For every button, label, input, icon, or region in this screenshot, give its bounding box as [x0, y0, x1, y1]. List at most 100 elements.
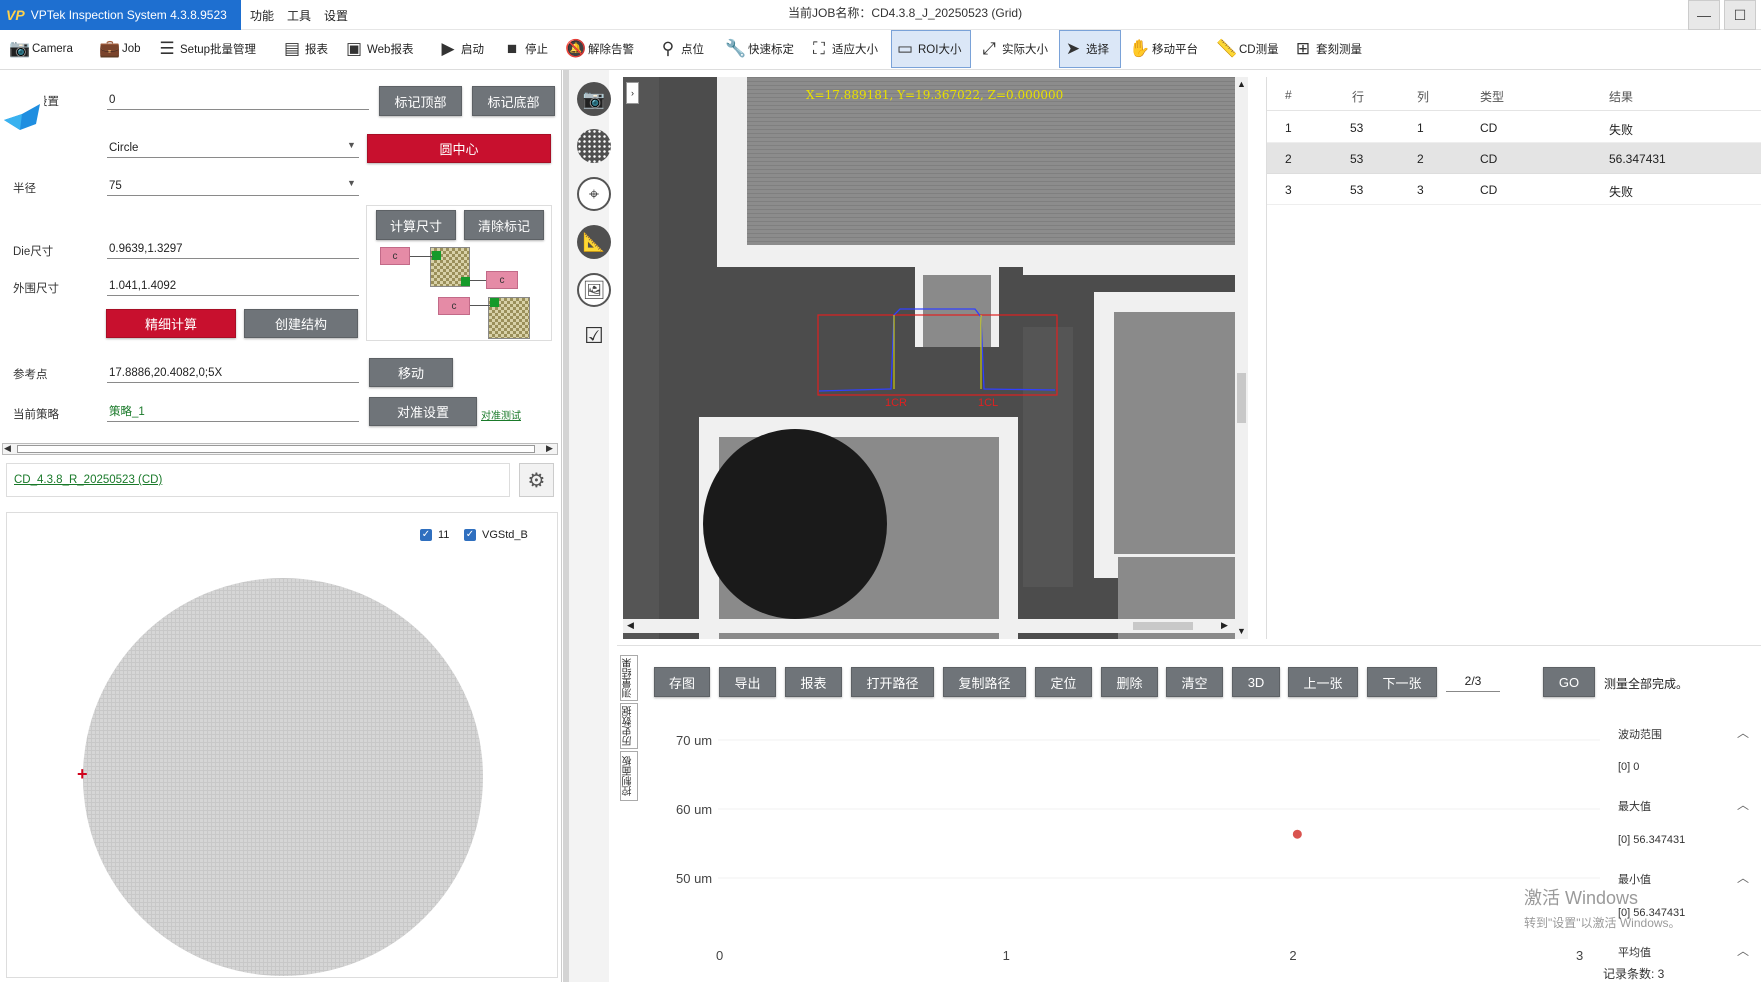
report-button[interactable]: 报表: [785, 667, 842, 697]
align-settings-button[interactable]: 对准设置: [369, 397, 477, 426]
job-label: Job: [122, 43, 141, 55]
minimize-button[interactable]: —: [1688, 0, 1720, 30]
reference-point-input[interactable]: 17.8886,20.4082,0;5X: [107, 363, 359, 383]
next-button[interactable]: 下一张: [1367, 667, 1437, 697]
stop-button[interactable]: ■ 停止: [499, 30, 551, 68]
checkbox-layer-11[interactable]: ✓: [420, 529, 432, 541]
main-toolbar: 📷 Camera 💼 Job ☰ Setup批量管理 ▤ 报表 ▣ Web报表 ▶ 启动 ■…: [0, 30, 1761, 70]
expand-panel-button[interactable]: ›: [626, 82, 639, 104]
target-list-icon[interactable]: ⌖: [577, 177, 611, 211]
clear-marks-button[interactable]: 清除标记: [464, 210, 544, 240]
scroll-left-icon[interactable]: ◀: [627, 620, 634, 631]
go-button[interactable]: GO: [1543, 667, 1595, 697]
save-image-button[interactable]: 存图: [654, 667, 710, 697]
calc-size-button[interactable]: 计算尺寸: [376, 210, 456, 240]
viewer-vscrollbar[interactable]: ▲ ▼: [1235, 77, 1248, 639]
data-point[interactable]: [1292, 829, 1302, 839]
camera-icon[interactable]: 📷: [577, 82, 611, 116]
header-col[interactable]: 列: [1417, 88, 1429, 105]
job-button[interactable]: 💼 Job: [96, 30, 144, 68]
status-text: 测量全部完成。: [1604, 677, 1689, 691]
chevron-up-icon[interactable]: ︿: [1737, 942, 1749, 959]
table-row[interactable]: 3 53 3 CD 失败: [1267, 174, 1761, 205]
cd-measure-button[interactable]: 📏 CD测量: [1213, 30, 1282, 68]
left-panel-hscrollbar[interactable]: ◀ ▶: [2, 443, 558, 455]
recipe-settings-button[interactable]: ⚙: [519, 463, 554, 497]
move-button[interactable]: 移动: [369, 358, 453, 387]
checklist-icon[interactable]: ☑: [577, 323, 611, 357]
wafer-map[interactable]: [83, 578, 483, 976]
chevron-up-icon[interactable]: ︿: [1737, 796, 1749, 813]
scroll-up-icon[interactable]: ▲: [1237, 79, 1246, 89]
scrollbar-thumb[interactable]: [1237, 373, 1246, 423]
chevron-up-icon[interactable]: ︿: [1737, 724, 1749, 741]
scroll-right-icon[interactable]: ▶: [1221, 620, 1228, 631]
offset-input[interactable]: 0: [107, 90, 369, 110]
scroll-down-icon[interactable]: ▼: [1237, 626, 1246, 636]
select-button[interactable]: ➤ 选择: [1059, 30, 1121, 68]
clear-alarm-button[interactable]: 🔕 解除告警: [562, 30, 637, 68]
copy-path-button[interactable]: 复制路径: [943, 667, 1026, 697]
fit-size-button[interactable]: ⛶ 适应大小: [806, 30, 881, 68]
maximize-button[interactable]: ☐: [1724, 0, 1756, 30]
delete-button[interactable]: 删除: [1101, 667, 1158, 697]
menu-settings[interactable]: 设置: [324, 7, 348, 24]
locate-button[interactable]: 定位: [1035, 667, 1092, 697]
web-report-button[interactable]: ▣ Web报表: [341, 30, 416, 68]
clear-button[interactable]: 清空: [1166, 667, 1223, 697]
header-type[interactable]: 类型: [1480, 88, 1504, 105]
circle-center-button[interactable]: 圆中心: [367, 134, 551, 163]
view-3d-button[interactable]: 3D: [1232, 667, 1280, 697]
scroll-left-icon[interactable]: ◀: [4, 443, 11, 454]
die-size-input[interactable]: 0.9639,1.3297: [107, 239, 359, 259]
open-path-button[interactable]: 打开路径: [851, 667, 934, 697]
fine-calc-button[interactable]: 精细计算: [106, 309, 236, 338]
checkbox-vgstd[interactable]: ✓: [464, 529, 476, 541]
scroll-right-icon[interactable]: ▶: [546, 443, 553, 454]
create-structure-button[interactable]: 创建结构: [244, 309, 358, 338]
start-button[interactable]: ▶ 启动: [435, 30, 487, 68]
recipe-link[interactable]: CD_4.3.8_R_20250523 (CD): [14, 474, 162, 486]
scrollbar-thumb[interactable]: [1133, 622, 1193, 630]
page-indicator[interactable]: 2/3: [1446, 670, 1500, 692]
shape-select[interactable]: Circle: [107, 138, 359, 158]
previous-button[interactable]: 上一张: [1288, 667, 1358, 697]
quick-calibrate-button[interactable]: 🔧 快速标定: [722, 30, 797, 68]
scrollbar-thumb[interactable]: [17, 445, 535, 453]
marker-c-1[interactable]: c: [380, 247, 410, 265]
marker-c-3[interactable]: c: [438, 297, 470, 315]
header-index[interactable]: #: [1285, 88, 1292, 102]
mark-top-button[interactable]: 标记顶部: [379, 86, 462, 116]
point-button[interactable]: ⚲ 点位: [655, 30, 707, 68]
viewer-hscrollbar[interactable]: ◀ ▶: [623, 619, 1235, 633]
tab-control-panel[interactable]: 控制面板: [620, 751, 638, 801]
align-test-link[interactable]: 对准测试: [481, 407, 521, 422]
current-strategy-input[interactable]: 策略_1: [107, 402, 359, 422]
image-gallery-icon[interactable]: 🖼: [577, 273, 611, 307]
menu-function[interactable]: 功能: [250, 7, 274, 24]
image-viewer[interactable]: X=17.889181, Y=19.367022, Z=0.000000 1CR…: [623, 77, 1235, 639]
radius-select[interactable]: 75: [107, 176, 359, 196]
header-result[interactable]: 结果: [1609, 88, 1633, 105]
tab-history-data[interactable]: 历史数据: [620, 703, 638, 749]
tab-measure-result[interactable]: 测量结果: [620, 655, 638, 701]
location-pin-icon: ⚲: [661, 39, 675, 58]
mark-bottom-button[interactable]: 标记底部: [472, 86, 555, 116]
export-button[interactable]: 导出: [719, 667, 776, 697]
table-row-selected[interactable]: 2 53 2 CD 56.347431: [1267, 143, 1761, 174]
outer-size-input[interactable]: 1.041,1.4092: [107, 276, 359, 296]
roi-size-button[interactable]: ▭ ROI大小: [891, 30, 971, 68]
overlay-measure-button[interactable]: ⊞ 套刻测量: [1290, 30, 1365, 68]
menu-tools[interactable]: 工具: [287, 7, 311, 24]
header-row[interactable]: 行: [1352, 88, 1364, 105]
ruler-tool-icon[interactable]: 📐: [577, 225, 611, 259]
report-button[interactable]: ▤ 报表: [279, 30, 331, 68]
marker-c-2[interactable]: c: [486, 271, 518, 289]
camera-button[interactable]: 📷 Camera: [6, 30, 76, 68]
chevron-up-icon[interactable]: ︿: [1737, 869, 1749, 886]
move-stage-button[interactable]: ✋ 移动平台: [1126, 30, 1201, 68]
grid-icon[interactable]: [577, 129, 611, 163]
setup-batch-button[interactable]: ☰ Setup批量管理: [154, 30, 259, 68]
table-row[interactable]: 1 53 1 CD 失败: [1267, 112, 1761, 143]
actual-size-button[interactable]: ⤢ 实际大小: [976, 30, 1051, 68]
